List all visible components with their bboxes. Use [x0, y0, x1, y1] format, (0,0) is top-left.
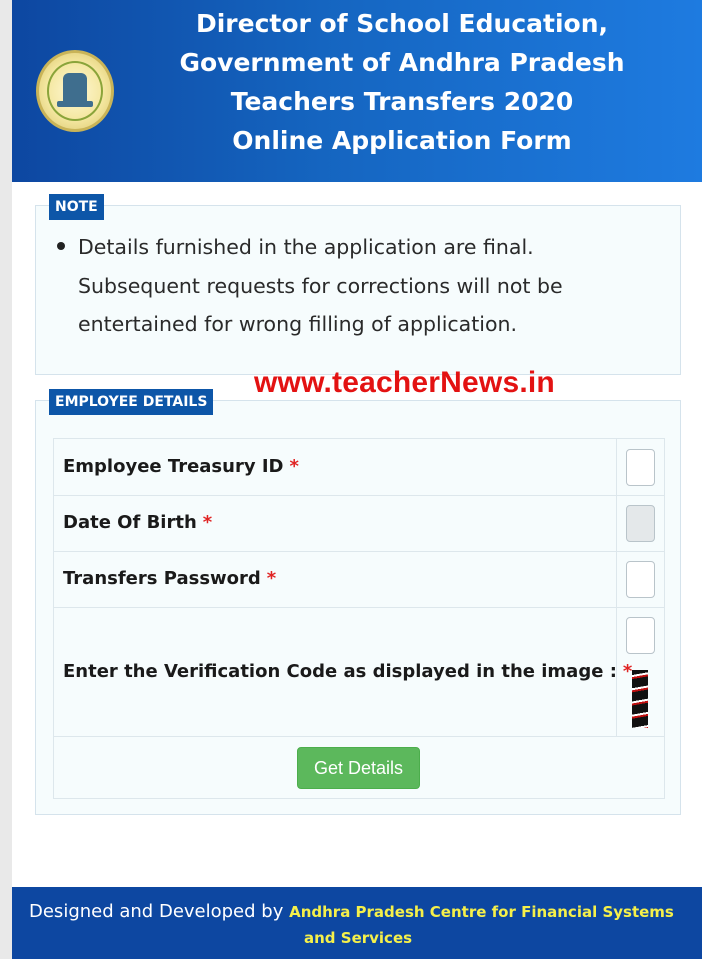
- page: Director of School Education, Government…: [12, 0, 702, 959]
- note-item: Details furnished in the application are…: [57, 228, 648, 344]
- form-row-treasury-id: Employee Treasury ID *: [54, 439, 664, 496]
- andhra-pradesh-emblem-icon: [36, 50, 114, 132]
- get-details-button[interactable]: Get Details: [297, 747, 420, 789]
- transfers-password-input[interactable]: [626, 561, 655, 598]
- employee-details-legend: EMPLOYEE DETAILS: [49, 389, 214, 415]
- footer-org-name: Andhra Pradesh Centre for Financial Syst…: [289, 903, 674, 921]
- footer-prefix: Designed and Developed by: [29, 901, 284, 922]
- title-line-2: Government of Andhra Pradesh: [179, 48, 625, 77]
- treasury-id-input[interactable]: [626, 449, 655, 486]
- page-title: Director of School Education, Government…: [132, 4, 672, 160]
- watermark-text: www.teacherNews.in: [254, 366, 555, 399]
- footer: Designed and Developed by Andhra Pradesh…: [12, 887, 702, 959]
- title-line-3: Teachers Transfers 2020: [230, 87, 574, 116]
- verification-code-label: Enter the Verification Code as displayed…: [63, 661, 633, 682]
- form-row-date-of-birth: Date Of Birth *: [54, 496, 664, 552]
- footer-org-name-cont: and Services: [304, 929, 413, 947]
- note-line-1: Details furnished in the application are…: [78, 235, 534, 259]
- employee-details-form: Employee Treasury ID * Date Of Birth * Tra…: [53, 438, 665, 799]
- verification-code-input[interactable]: [626, 617, 655, 654]
- note-legend: NOTE: [49, 194, 104, 220]
- treasury-id-label: Employee Treasury ID *: [63, 456, 299, 477]
- captcha-image: [632, 670, 648, 728]
- footer-credit: Designed and Developed by Andhra Pradesh…: [29, 901, 674, 922]
- transfers-password-label: Transfers Password *: [63, 568, 277, 589]
- required-marker: *: [289, 456, 299, 477]
- date-of-birth-input[interactable]: [626, 505, 655, 542]
- header-banner: Director of School Education, Government…: [12, 0, 702, 182]
- required-marker: *: [266, 568, 277, 589]
- note-list: Details furnished in the application are…: [57, 228, 648, 344]
- title-line-4: Online Application Form: [232, 126, 572, 155]
- form-row-transfers-password: Transfers Password *: [54, 552, 664, 608]
- note-line-2: Subsequent requests for corrections will…: [78, 273, 563, 298]
- date-of-birth-label: Date Of Birth *: [63, 512, 213, 533]
- note-panel: NOTE Details furnished in the applicatio…: [35, 194, 681, 375]
- form-actions: Get Details: [54, 737, 664, 798]
- employee-details-panel: EMPLOYEE DETAILS Employee Treasury ID * D…: [35, 389, 681, 815]
- form-row-verification-code: Enter the Verification Code as displayed…: [54, 608, 664, 737]
- required-marker: *: [202, 512, 213, 533]
- title-line-1: Director of School Education,: [195, 9, 609, 38]
- note-line-3: entertained for wrong filling of applica…: [78, 312, 518, 336]
